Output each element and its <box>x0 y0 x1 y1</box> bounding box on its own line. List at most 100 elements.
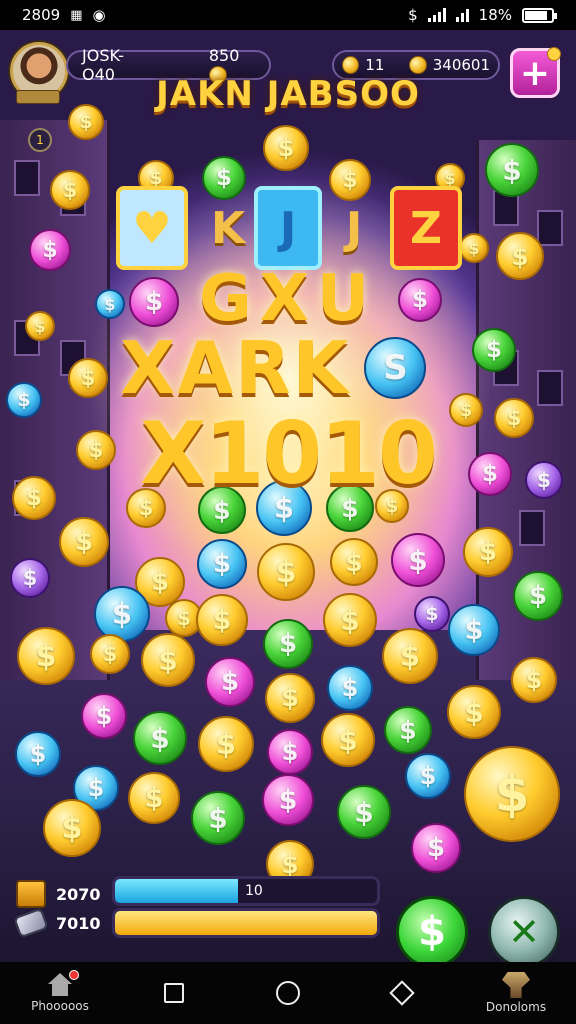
nav-profile[interactable]: Donoloms <box>478 972 554 1014</box>
green-coin: $ <box>513 571 563 621</box>
symbol-row-3: XARK S <box>120 326 470 410</box>
blue-coin: $ <box>15 731 61 777</box>
notification-dot <box>547 47 561 61</box>
green-coin: $ <box>191 791 245 845</box>
blue-gem-s[interactable]: S <box>364 337 427 399</box>
gold-coin-icon <box>409 56 427 74</box>
trophy-icon <box>502 972 530 998</box>
tile-j-blue[interactable]: J <box>254 186 322 270</box>
player-coins: 850 <box>208 45 240 65</box>
pink-coin: $ <box>391 533 445 587</box>
dollar-icon: $ <box>212 549 232 579</box>
notification-icon: ▦ <box>70 7 83 23</box>
nav-home-circle[interactable] <box>250 981 326 1005</box>
dollar-icon: $ <box>212 604 232 636</box>
progress-fill-blue <box>115 879 239 903</box>
gold-coin: $ <box>265 673 315 723</box>
dollar-icon: $ <box>208 801 228 835</box>
dollar-icon: $ <box>61 810 83 846</box>
bottom-hud: 2070 7010 10 $ ✕ <box>0 868 576 962</box>
battery-icon <box>522 7 557 23</box>
status-left: 2809 ▦ ◉ <box>22 6 106 24</box>
dollar-icon: $ <box>408 6 418 24</box>
status-bar: 2809 ▦ ◉ $ 18% <box>0 0 576 30</box>
dollar-icon: $ <box>144 782 164 814</box>
dollar-icon: $ <box>80 366 96 390</box>
dollar-icon: $ <box>29 740 47 768</box>
blue-coin: $ <box>197 539 247 589</box>
dollar-icon: $ <box>278 784 298 816</box>
currency-count: 11 <box>365 56 385 74</box>
gold-coin: $ <box>43 799 101 857</box>
resource-gem-value: 7010 <box>56 913 101 933</box>
gold-coin: $ <box>464 746 560 842</box>
dollar-icon: $ <box>528 581 548 611</box>
tile-k[interactable]: K <box>198 186 258 270</box>
blue-coin: $ <box>448 604 500 656</box>
purple-coin: $ <box>10 558 50 598</box>
gold-coin: $ <box>141 633 195 687</box>
resource-chest-value: 2070 <box>56 884 101 904</box>
symbol-row-2: GXU <box>199 262 377 336</box>
tile-z-red[interactable]: Z <box>390 186 462 270</box>
nav-back[interactable] <box>364 980 440 1006</box>
dollar-icon: $ <box>341 674 359 702</box>
dollar-icon: $ <box>464 695 484 729</box>
pink-coin: $ <box>411 823 461 873</box>
dollar-icon: $ <box>408 543 428 577</box>
diamond-icon <box>389 980 415 1006</box>
nav-home[interactable]: Phooooos <box>22 970 98 1013</box>
dollar-icon: $ <box>399 639 421 673</box>
gold-coin: $ <box>463 527 513 577</box>
dollar-icon: $ <box>426 833 446 863</box>
dollar-icon: $ <box>464 614 484 646</box>
pink-coin: $ <box>267 729 313 775</box>
tile-z-label: Z <box>410 202 442 254</box>
nav-recents[interactable] <box>136 983 212 1003</box>
dollar-icon: $ <box>399 715 417 745</box>
dollar-icon: $ <box>95 702 113 730</box>
dollar-icon: $ <box>111 597 133 631</box>
green-coin: $ <box>263 619 313 669</box>
circle-icon <box>276 981 300 1005</box>
dollar-icon: $ <box>102 642 118 666</box>
navigation-bar: Phooooos Donoloms <box>0 962 576 1024</box>
game-screen[interactable]: JOSK-O40 850 11 340601 + JAKN JABSOO 1 $… <box>0 30 576 962</box>
blue-coin: $ <box>405 753 451 799</box>
dollar-icon: $ <box>150 567 170 597</box>
gold-coin: $ <box>17 627 75 685</box>
spin-button[interactable]: $ <box>396 896 468 962</box>
home-icon <box>45 970 79 997</box>
dollar-icon: $ <box>425 603 439 625</box>
sync-icon: ◉ <box>92 6 106 24</box>
progress-bar-blue: 10 <box>112 876 380 906</box>
tools-button[interactable]: ✕ <box>488 896 560 962</box>
tile-heart[interactable]: ♥ <box>116 186 188 270</box>
dollar-icon: $ <box>502 153 522 187</box>
level-indicator[interactable]: 1 <box>28 128 52 152</box>
dollar-icon: $ <box>338 723 358 757</box>
gold-coin: $ <box>382 628 438 684</box>
dollar-icon: $ <box>340 603 360 637</box>
dollar-icon: $ <box>158 643 178 677</box>
dollar-icon: $ <box>220 667 240 697</box>
gold-coin: $ <box>50 170 90 210</box>
gold-coin: $ <box>68 358 108 398</box>
dollar-icon: $ <box>79 111 93 133</box>
dollar-icon: $ <box>42 237 58 263</box>
blue-coin: $ <box>94 586 150 642</box>
dollar-icon: $ <box>468 238 480 258</box>
crossed-tools-icon: ✕ <box>508 910 540 954</box>
dollar-icon: $ <box>278 629 298 659</box>
resource-chest: 2070 <box>16 880 101 908</box>
progress-bar-gold <box>112 908 380 938</box>
pink-coin: $ <box>262 774 314 826</box>
nav-profile-label: Donoloms <box>485 1000 547 1014</box>
gold-coin: $ <box>321 713 375 767</box>
gem-letter: S <box>383 348 408 388</box>
gold-coin: $ <box>128 772 180 824</box>
status-right: $ 18% <box>408 6 557 24</box>
dollar-icon: $ <box>177 606 191 630</box>
tile-j-gold[interactable]: J <box>326 186 382 270</box>
dollar-icon: $ <box>525 666 543 694</box>
